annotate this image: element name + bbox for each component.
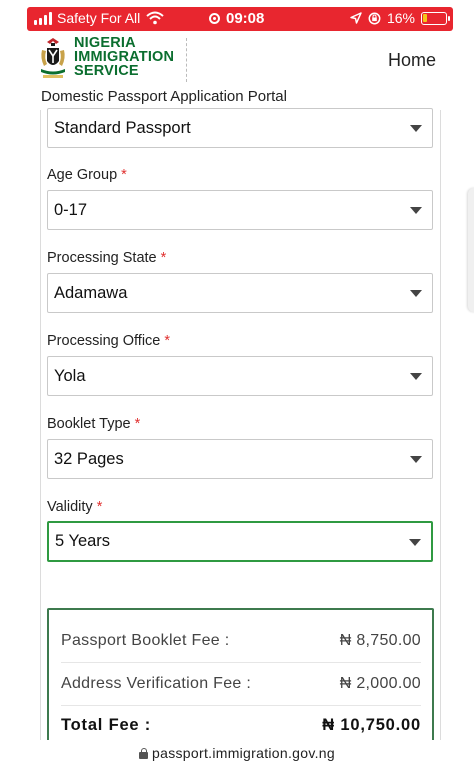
carrier-name: Safety For All xyxy=(57,10,141,26)
logo-line-2: IMMIGRATION xyxy=(74,49,175,65)
status-left: Safety For All xyxy=(34,10,164,26)
home-link[interactable]: Home xyxy=(388,50,436,71)
coat-of-arms-icon xyxy=(41,38,65,78)
chevron-down-icon xyxy=(410,456,422,463)
booklet-type-label: Booklet Type * xyxy=(47,416,140,432)
passport-type-select[interactable]: Standard Passport xyxy=(47,108,433,148)
location-icon xyxy=(350,12,362,24)
processing-office-label-text: Processing Office xyxy=(47,333,161,349)
required-mark: * xyxy=(121,167,127,183)
total-amount: ₦ 10,750.00 xyxy=(322,716,421,734)
status-time: 09:08 xyxy=(226,10,265,27)
fee-divider xyxy=(61,705,421,706)
fee-divider xyxy=(61,662,421,663)
processing-office-value: Yola xyxy=(54,366,86,385)
fee-row-total: Total Fee : ₦ 10,750.00 xyxy=(61,716,421,735)
passport-type-value: Standard Passport xyxy=(54,118,191,137)
logo-text: NIGERIA IMMIGRATION SERVICE xyxy=(74,35,175,79)
header-divider xyxy=(186,38,187,82)
battery-icon xyxy=(421,11,450,25)
status-center: 09:08 xyxy=(209,10,264,27)
wifi-icon xyxy=(146,11,164,25)
processing-state-label: Processing State * xyxy=(47,250,166,266)
required-mark: * xyxy=(96,499,103,515)
booklet-type-label-text: Booklet Type xyxy=(47,416,131,432)
fee-amount: ₦ 2,000.00 xyxy=(339,675,421,692)
logo-line-3: SERVICE xyxy=(74,63,139,79)
age-group-label: Age Group * xyxy=(47,167,127,183)
processing-office-select[interactable]: Yola xyxy=(47,356,433,396)
booklet-type-select[interactable]: 32 Pages xyxy=(47,439,433,479)
total-label: Total Fee : xyxy=(61,716,152,734)
processing-state-value: Adamawa xyxy=(54,283,128,302)
age-group-value: 0-17 xyxy=(54,200,88,219)
validity-select[interactable]: 5 Years xyxy=(47,521,433,562)
validity-label-text: Validity xyxy=(47,499,93,515)
required-mark: * xyxy=(134,416,141,432)
age-group-label-text: Age Group xyxy=(47,167,118,183)
chevron-down-icon xyxy=(410,290,422,297)
fee-amount: ₦ 8,750.00 xyxy=(339,632,421,649)
screen-record-icon xyxy=(209,13,220,24)
required-mark: * xyxy=(160,250,167,266)
fee-row-address: Address Verification Fee : ₦ 2,000.00 xyxy=(61,675,421,693)
side-feedback-tab[interactable] xyxy=(468,188,474,312)
required-mark: * xyxy=(164,333,171,349)
booklet-type-value: 32 Pages xyxy=(54,449,124,468)
url-text: passport.immigration.gov.ng xyxy=(152,745,335,761)
chevron-down-icon xyxy=(410,207,422,214)
processing-state-label-text: Processing State xyxy=(47,250,157,266)
orientation-lock-icon xyxy=(368,12,381,24)
status-bar: Safety For All 09:08 16% xyxy=(27,7,453,31)
signal-icon xyxy=(34,11,52,25)
validity-value: 5 Years xyxy=(55,532,111,550)
fee-label: Passport Booklet Fee : xyxy=(61,632,230,649)
processing-state-select[interactable]: Adamawa xyxy=(47,273,433,313)
nis-logo[interactable]: NIGERIA IMMIGRATION SERVICE xyxy=(38,36,174,80)
validity-label: Validity * xyxy=(47,499,102,515)
fee-row-booklet: Passport Booklet Fee : ₦ 8,750.00 xyxy=(61,632,421,650)
browser-url-bar[interactable]: passport.immigration.gov.ng xyxy=(0,740,474,766)
lock-icon xyxy=(139,747,149,759)
fee-label: Address Verification Fee : xyxy=(61,675,252,692)
age-group-select[interactable]: 0-17 xyxy=(47,190,433,230)
chevron-down-icon xyxy=(410,125,422,132)
chevron-down-icon xyxy=(409,538,421,546)
fee-summary: Passport Booklet Fee : ₦ 8,750.00 Addres… xyxy=(47,608,434,758)
site-header: NIGERIA IMMIGRATION SERVICE Home xyxy=(0,32,474,87)
battery-percent: 16% xyxy=(386,10,415,26)
logo-line-1: NIGERIA xyxy=(74,35,136,51)
processing-office-label: Processing Office * xyxy=(47,333,170,349)
chevron-down-icon xyxy=(410,373,422,380)
portal-title: Domestic Passport Application Portal xyxy=(41,88,287,105)
status-right: 16% xyxy=(350,10,450,26)
